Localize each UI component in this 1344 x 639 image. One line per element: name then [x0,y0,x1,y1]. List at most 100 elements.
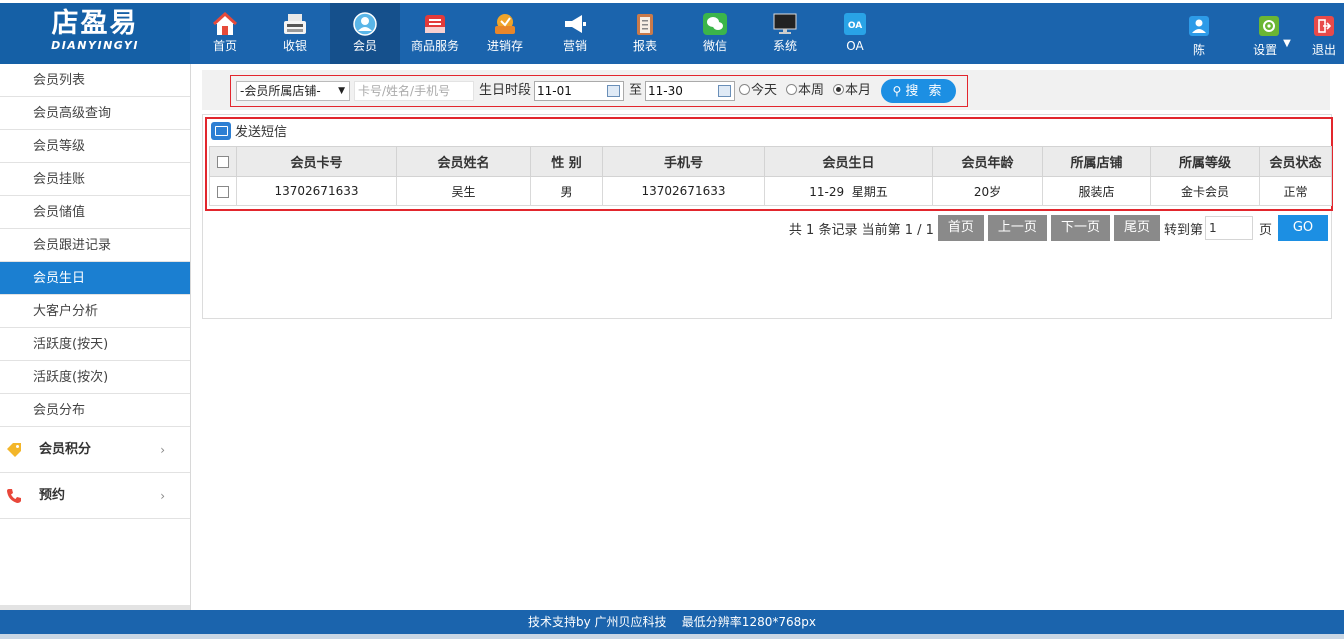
cell-birthday: 11-29 星期五 [764,176,933,206]
col-card-no[interactable]: 会员卡号 [236,146,397,177]
next-page-button[interactable]: 下一页 [1050,215,1110,241]
radio-dot [833,84,844,95]
nav-goods[interactable]: 商品服务 [400,3,470,64]
radio-today[interactable]: 今天 [739,81,777,101]
col-level[interactable]: 所属等级 [1150,146,1260,177]
cell-level: 金卡会员 [1150,176,1260,206]
nav-label: 报表 [632,39,657,53]
col-phone[interactable]: 手机号 [602,146,765,177]
sidebar-item-member-birthday[interactable]: 会员生日 [0,262,190,295]
members-table: 会员卡号 会员姓名 性 别 手机号 会员生日 会员年龄 所属店铺 所属等级 会员… [209,146,1332,206]
logout-button[interactable]: 退出 [1304,3,1344,64]
col-status[interactable]: 会员状态 [1259,146,1332,177]
col-birthday[interactable]: 会员生日 [764,146,933,177]
radio-label: 本月 [845,83,872,98]
phone-icon [7,489,21,503]
nav-report[interactable]: 报表 [610,3,680,64]
megaphone-icon [565,15,586,33]
send-sms-button[interactable]: 发送短信 [211,122,287,142]
settings-menu[interactable]: 设置 ▼ [1234,3,1304,64]
nav-member[interactable]: 会员 [330,3,400,64]
oa-icon: OA [844,13,866,35]
search-button[interactable]: ⚲ 搜 索 [881,79,956,103]
radio-this-month[interactable]: 本月 [833,81,871,101]
sidebar-item-member-credit[interactable]: 会员挂账 [0,163,190,196]
results-table-box: 发送短信 会员卡号 会员姓名 性 别 手机号 会员生日 会员年龄 所属店铺 所属… [205,117,1333,211]
store-select[interactable]: -会员所属店铺- ▼ [236,81,350,101]
go-button[interactable]: GO [1278,215,1328,241]
goods-icon [425,15,445,33]
sidebar-item-advanced-query[interactable]: 会员高级查询 [0,97,190,130]
sidebar-item-key-accounts[interactable]: 大客户分析 [0,295,190,328]
col-name[interactable]: 会员姓名 [396,146,531,177]
cell-status: 正常 [1259,176,1332,206]
goto-page-input[interactable]: 1 [1204,216,1253,240]
logo-cn: 店盈易 [51,8,139,39]
sidebar-item-member-deposit[interactable]: 会员储值 [0,196,190,229]
caret-down-icon: ▼ [1283,38,1291,49]
wechat-icon [703,13,727,35]
mail-icon [211,122,231,140]
nav-oa[interactable]: OA OA [820,3,890,64]
calendar-icon[interactable] [718,85,731,97]
user-menu[interactable]: 陈 [1164,3,1234,64]
nav-home[interactable]: 首页 [190,3,260,64]
settings-label: 设置 [1253,43,1278,57]
pagination: 共 1 条记录 当前第 1 / 1 首页 上一页 下一页 尾页 转到第 1 页 … [789,215,1328,241]
cell-gender: 男 [530,176,603,206]
footer-text: 技术支持by 广州贝应科技 最低分辨率1280*768px [528,615,816,629]
col-store[interactable]: 所属店铺 [1042,146,1151,177]
caret-down-icon: ▼ [338,86,345,96]
calendar-icon[interactable] [607,85,620,97]
logout-icon [1314,16,1334,36]
table-row[interactable]: 13702671633 吴生 男 13702671633 11-29 星期五 2… [209,176,1332,206]
chevron-right-icon: › [160,489,165,503]
nav-label: 收银 [282,39,307,53]
main-content: -会员所属店铺- ▼ 卡号/姓名/手机号 生日时段 11-01 至 11-30 … [202,70,1333,319]
main-nav: 首页 收银 会员 商品服务 进销存 营销 报表 微信 系统 OA OA [190,3,890,64]
keyword-input[interactable]: 卡号/姓名/手机号 [354,81,474,101]
first-page-button[interactable]: 首页 [937,215,984,241]
date-to-input[interactable]: 11-30 [645,81,735,101]
radio-this-week[interactable]: 本周 [786,81,824,101]
date-from-value: 11-01 [537,84,572,98]
sidebar-group-label: 预约 [39,488,66,503]
radio-dot [739,84,750,95]
last-page-button[interactable]: 尾页 [1113,215,1160,241]
prev-page-button[interactable]: 上一页 [987,215,1047,241]
sidebar-item-activity-daily[interactable]: 活跃度(按天) [0,328,190,361]
nav-inventory[interactable]: 进销存 [470,3,540,64]
birthday-range-label: 生日时段 [479,83,532,98]
row-checkbox[interactable] [217,185,229,198]
radio-label: 今天 [751,83,778,98]
sidebar-item-member-list[interactable]: 会员列表 [0,64,190,97]
col-gender[interactable]: 性 别 [530,146,603,177]
user-name: 陈 [1192,43,1205,57]
nav-system[interactable]: 系统 [750,3,820,64]
date-from-input[interactable]: 11-01 [534,81,624,101]
goto-label: 转到第 [1163,222,1203,238]
select-all-checkbox[interactable] [217,155,229,168]
sidebar-item-member-distribution[interactable]: 会员分布 [0,394,190,427]
taskbar-strip [0,634,1344,639]
cell-store: 服装店 [1042,176,1151,206]
sidebar-group-label: 会员积分 [39,442,92,457]
nav-label: 商品服务 [410,39,459,53]
sidebar-group-points[interactable]: 会员积分 › [0,427,190,473]
row-select-cell [209,176,237,206]
col-age[interactable]: 会员年龄 [932,146,1043,177]
nav-cashier[interactable]: 收银 [260,3,330,64]
nav-wechat[interactable]: 微信 [680,3,750,64]
nav-label: 首页 [212,39,237,53]
footer: 技术支持by 广州贝应科技 最低分辨率1280*768px [0,610,1344,634]
sidebar-item-follow-up[interactable]: 会员跟进记录 [0,229,190,262]
sidebar-item-activity-times[interactable]: 活跃度(按次) [0,361,190,394]
tag-icon [7,443,21,457]
nav-marketing[interactable]: 营销 [540,3,610,64]
send-sms-label: 发送短信 [235,125,288,140]
sidebar-group-booking[interactable]: 预约 › [0,473,190,519]
logout-label: 退出 [1311,43,1336,57]
sidebar: 会员列表 会员高级查询 会员等级 会员挂账 会员储值 会员跟进记录 会员生日 大… [0,64,191,610]
logo[interactable]: 店盈易 DIANYINGYI [0,3,190,64]
sidebar-item-member-level[interactable]: 会员等级 [0,130,190,163]
